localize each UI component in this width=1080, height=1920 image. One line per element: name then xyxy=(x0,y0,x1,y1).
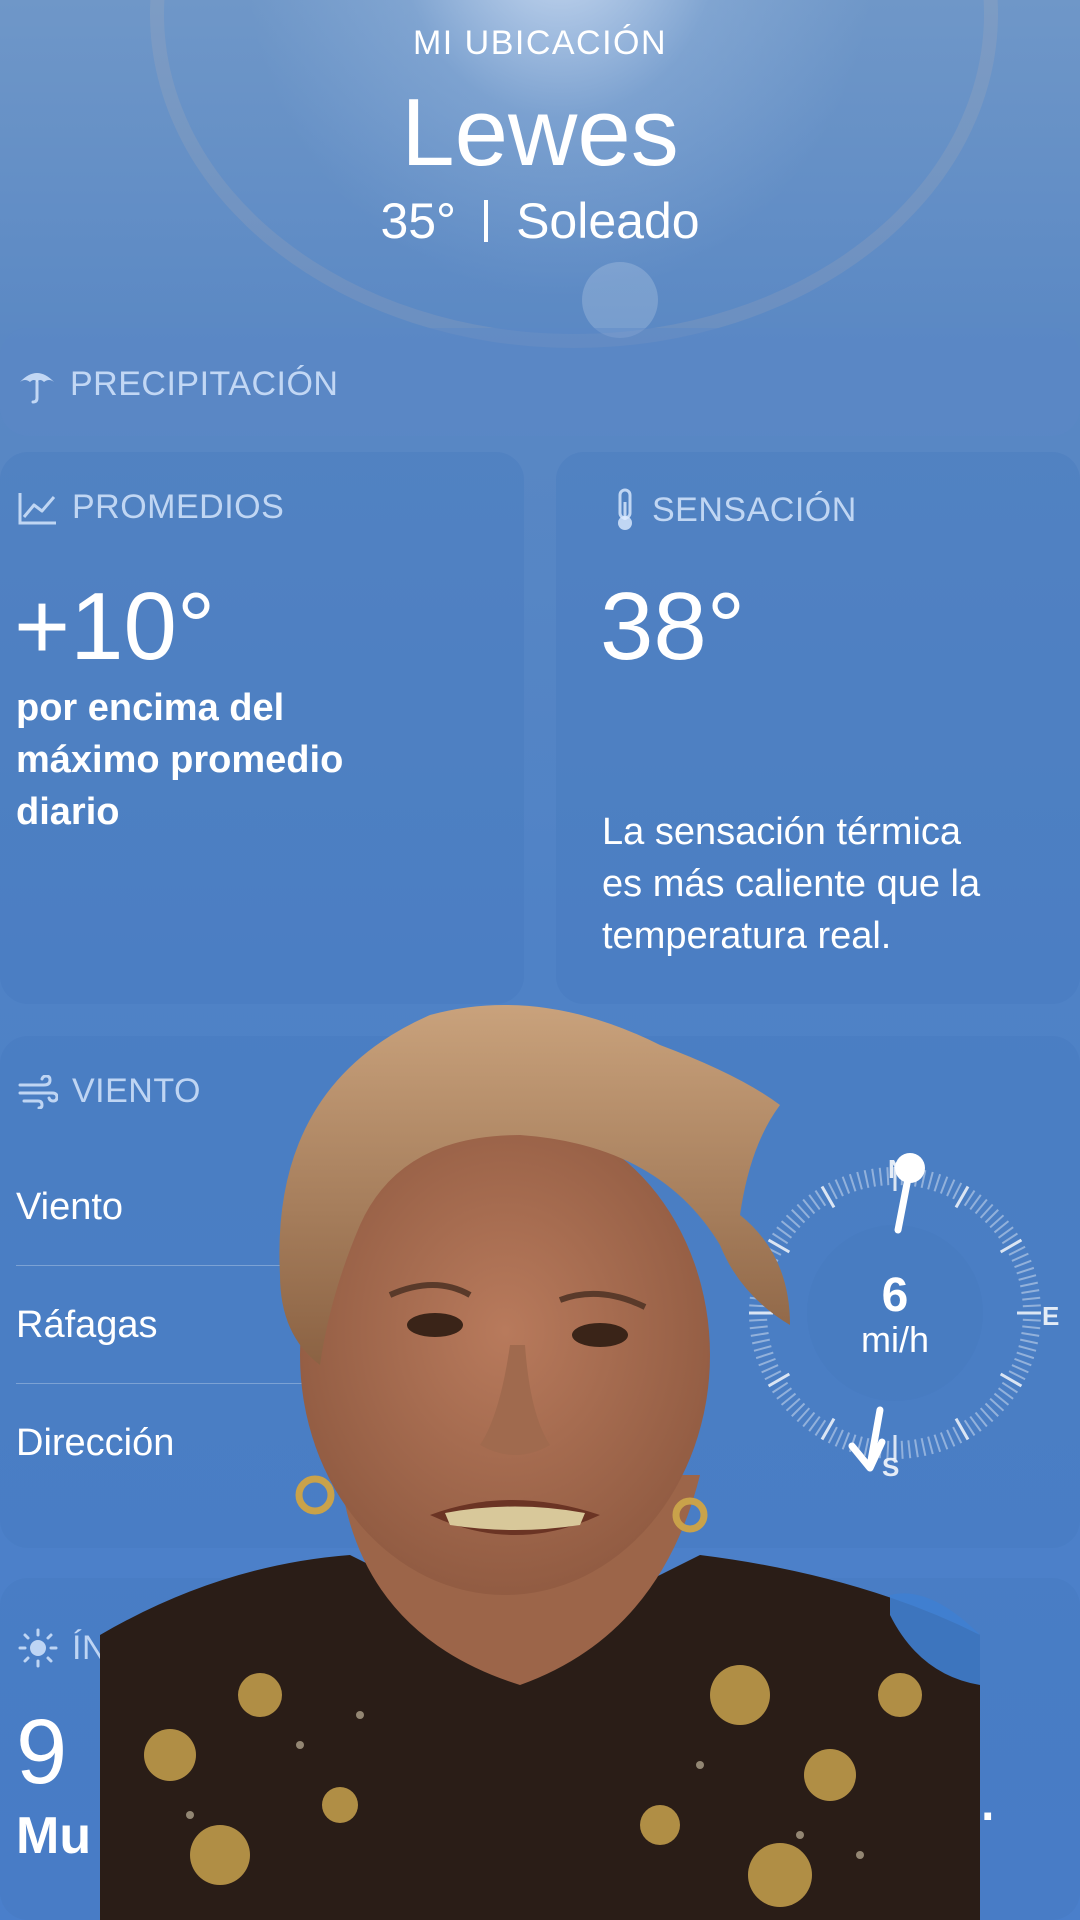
lens-flare xyxy=(582,262,658,338)
averages-description-line: máximo promedio xyxy=(16,739,344,781)
thermometer-icon xyxy=(618,488,632,530)
averages-title-text: PROMEDIOS xyxy=(72,488,285,526)
separator xyxy=(484,200,489,242)
precipitation-title-text: PRECIPITACIÓN xyxy=(70,364,339,403)
compass-tick xyxy=(1008,1245,1026,1256)
current-conditions: 35° Soleado xyxy=(0,192,1080,250)
compass-tick xyxy=(1022,1296,1041,1301)
feels-like-title: SENSACIÓN xyxy=(612,488,857,532)
averages-description-line: diario xyxy=(16,791,120,833)
person-overlay xyxy=(100,1005,980,1920)
compass-tick xyxy=(1014,1259,1032,1269)
feels-like-description-line: temperatura real. xyxy=(602,915,892,957)
compass-tick xyxy=(1008,1370,1026,1381)
compass-tick xyxy=(1001,1381,1018,1394)
uv-label: Mu xyxy=(16,1807,92,1865)
compass-tick xyxy=(1018,1345,1037,1352)
feels-like-value: 38° xyxy=(600,573,746,680)
compass-tick xyxy=(1022,1325,1041,1330)
compass-tick xyxy=(1022,1318,1041,1322)
chart-icon xyxy=(18,492,56,524)
right-eye xyxy=(572,1323,628,1347)
averages-title: PROMEDIOS xyxy=(18,488,284,527)
city-name: Lewes xyxy=(401,79,679,186)
location-label: MI UBICACIÓN xyxy=(412,24,668,62)
wind-icon xyxy=(18,1074,58,1109)
compass-tick xyxy=(1021,1289,1040,1294)
compass-tick xyxy=(1011,1364,1029,1374)
compass-tick xyxy=(1001,1232,1018,1245)
compass-tick xyxy=(1016,1266,1035,1275)
compass-tick xyxy=(1014,1357,1032,1367)
compass-tick xyxy=(1011,1252,1029,1262)
earring xyxy=(295,1475,335,1515)
compass-tick xyxy=(997,1387,1014,1400)
precipitation-card[interactable]: PRECIPITACIÓN xyxy=(0,328,1080,436)
compass-tick xyxy=(1019,1281,1039,1288)
condition-text: Soleado xyxy=(516,193,700,249)
averages-description: por encima del máximo promedio diario xyxy=(16,682,343,838)
current-temperature: 35° xyxy=(380,193,457,249)
uv-trailing: . xyxy=(978,1757,998,1835)
compass-east-label: E xyxy=(1042,1301,1059,1331)
averages-description-line: por encima del xyxy=(16,687,285,729)
left-eye xyxy=(407,1313,463,1337)
precipitation-title: PRECIPITACIÓN xyxy=(18,364,338,404)
averages-value: +10° xyxy=(14,573,216,680)
compass-tick xyxy=(1022,1304,1041,1308)
compass-tick xyxy=(1019,1338,1039,1345)
compass-tick xyxy=(997,1226,1014,1239)
averages-card[interactable]: PROMEDIOS +10° por encima del máximo pro… xyxy=(0,452,524,1004)
compass-tick xyxy=(1018,1274,1037,1281)
feels-like-description-line: La sensación térmica xyxy=(602,811,962,853)
sun-icon xyxy=(18,1628,58,1668)
umbrella-icon xyxy=(20,373,54,404)
compass-tick xyxy=(1021,1332,1040,1337)
feels-like-description-line: es más caliente que la xyxy=(602,863,981,905)
feels-like-card[interactable]: SENSACIÓN 38° La sensación térmica es má… xyxy=(556,452,1080,1004)
compass-tick xyxy=(1016,1351,1035,1360)
uv-value: 9 xyxy=(16,1701,68,1803)
feels-like-description: La sensación térmica es más caliente que… xyxy=(602,806,980,962)
feels-like-title-text: SENSACIÓN xyxy=(652,490,857,529)
